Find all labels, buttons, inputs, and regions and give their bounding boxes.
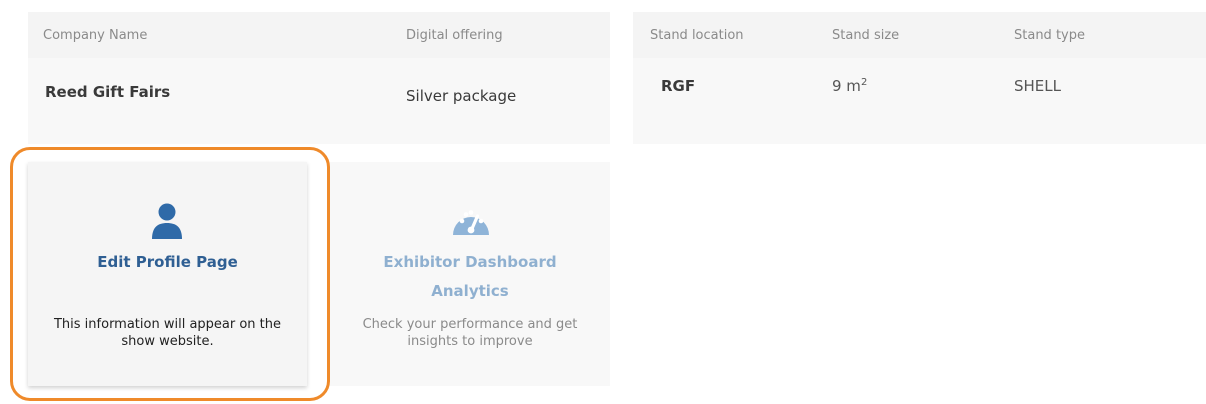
stand-size-value: 9 m2 (832, 77, 867, 95)
digital-offering-header: Digital offering (406, 28, 503, 43)
stand-size-unit-exponent: 2 (860, 77, 868, 88)
stand-size-header: Stand size (832, 28, 900, 43)
digital-offering-value: Silver package (406, 87, 517, 105)
edit-profile-title: Edit Profile Page (97, 253, 238, 271)
analytics-tile[interactable]: Exhibitor Dashboard Analytics Check your… (330, 162, 610, 386)
company-name-value: Reed Gift Fairs (45, 83, 171, 101)
stand-type-value: SHELL (1014, 77, 1061, 95)
analytics-title-line2: Analytics (431, 282, 509, 300)
speedometer-icon (450, 205, 492, 237)
edit-profile-description: This information will appear on the show… (53, 317, 282, 349)
analytics-title-line1: Exhibitor Dashboard (383, 253, 557, 271)
stand-type-header: Stand type (1014, 28, 1085, 43)
stand-location-header: Stand location (650, 28, 744, 43)
user-icon (150, 202, 184, 240)
stand-size-number: 9 m (832, 77, 861, 95)
stand-location-value: RGF (661, 77, 696, 95)
stand-info-card: Stand location Stand size Stand type RGF… (633, 12, 1206, 144)
analytics-description: Check your performance and get insights … (362, 317, 578, 349)
company-info-card: Company Name Digital offering Reed Gift … (28, 12, 610, 144)
company-name-header: Company Name (43, 28, 148, 43)
edit-profile-tile[interactable]: Edit Profile Page This information will … (28, 162, 307, 386)
